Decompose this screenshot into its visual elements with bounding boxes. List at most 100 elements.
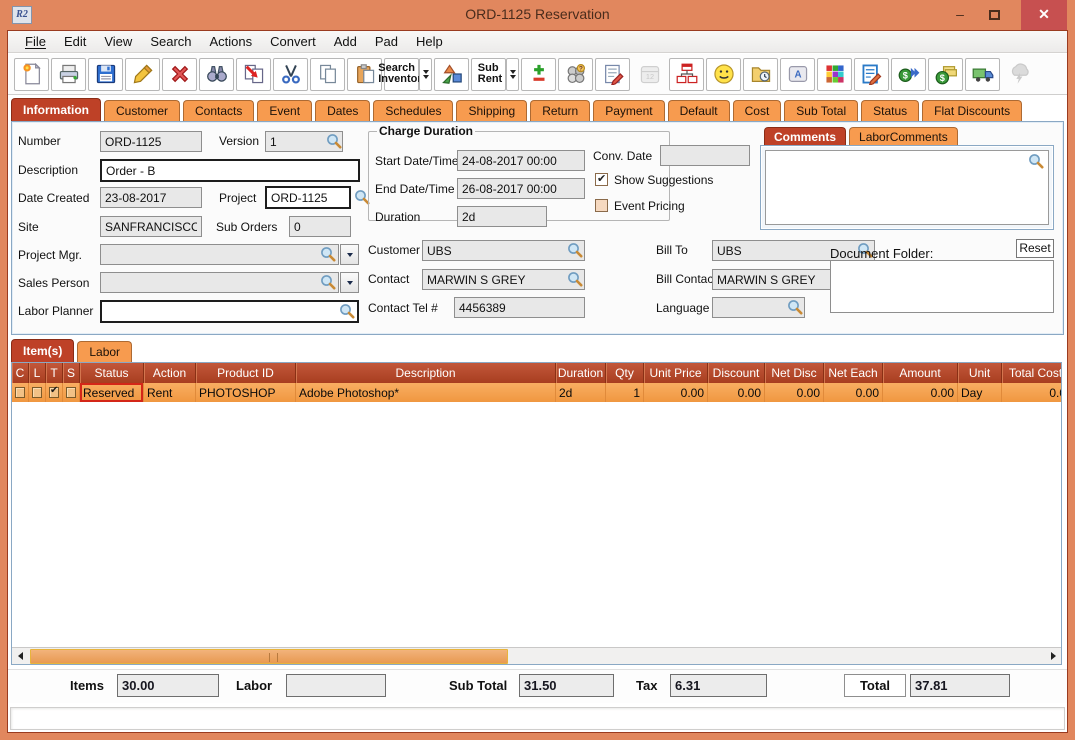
- sales-person-dropdown[interactable]: [340, 272, 359, 293]
- cut-button[interactable]: [273, 58, 308, 91]
- comments-tab-laborcomments[interactable]: LaborComments: [849, 127, 958, 147]
- delete-button[interactable]: [162, 58, 197, 91]
- column-header-t[interactable]: T: [46, 363, 63, 383]
- tab-flat-discounts[interactable]: Flat Discounts: [922, 100, 1022, 122]
- tab-shipping[interactable]: Shipping: [456, 100, 527, 122]
- end-date-field[interactable]: [457, 178, 585, 199]
- column-header-l[interactable]: L: [29, 363, 46, 383]
- column-header-total-cost[interactable]: Total Cost: [1002, 363, 1061, 383]
- column-header-s[interactable]: S: [63, 363, 80, 383]
- sales-person-field[interactable]: [100, 272, 339, 293]
- new-document-button[interactable]: [14, 58, 49, 91]
- menu-convert[interactable]: Convert: [261, 32, 325, 51]
- tab-schedules[interactable]: Schedules: [373, 100, 453, 122]
- customer-field[interactable]: [422, 240, 585, 261]
- column-header-product-id[interactable]: Product ID: [196, 363, 296, 383]
- tab-dates[interactable]: Dates: [315, 100, 370, 122]
- language-search-icon[interactable]: [787, 299, 803, 315]
- items-tab-labor[interactable]: Labor: [77, 341, 132, 363]
- truck-button[interactable]: [965, 58, 1000, 91]
- notes-button[interactable]: [595, 58, 630, 91]
- labor-planner-field[interactable]: [100, 300, 359, 323]
- scroll-right-arrow[interactable]: [1045, 648, 1061, 665]
- scroll-left-arrow[interactable]: [12, 648, 28, 665]
- comments-tab-comments[interactable]: Comments: [764, 127, 846, 147]
- labor-planner-search-icon[interactable]: [339, 303, 355, 319]
- menu-pad[interactable]: Pad: [366, 32, 407, 51]
- cell-description[interactable]: Adobe Photoshop*: [296, 383, 556, 402]
- scrollbar-thumb[interactable]: [30, 649, 508, 664]
- column-header-duration[interactable]: Duration: [556, 363, 606, 383]
- cell-total-cost[interactable]: 0.0: [1002, 383, 1061, 402]
- contact-field[interactable]: [422, 269, 585, 290]
- date-created-field[interactable]: [100, 187, 202, 208]
- comments-search-icon[interactable]: [1028, 153, 1044, 169]
- column-header-amount[interactable]: Amount: [883, 363, 958, 383]
- start-date-field[interactable]: [457, 150, 585, 171]
- conv-date-field[interactable]: [660, 145, 750, 166]
- tab-sub-total[interactable]: Sub Total: [784, 100, 858, 122]
- tab-contacts[interactable]: Contacts: [183, 100, 254, 122]
- column-header-description[interactable]: Description: [296, 363, 556, 383]
- save-button[interactable]: [88, 58, 123, 91]
- smiley-button[interactable]: [706, 58, 741, 91]
- column-header-c[interactable]: C: [12, 363, 29, 383]
- contact-tel-field[interactable]: [454, 297, 585, 318]
- cell-unit-price[interactable]: 0.00: [644, 383, 708, 402]
- tab-default[interactable]: Default: [668, 100, 730, 122]
- money-forward-button[interactable]: $: [891, 58, 926, 91]
- event-pricing-checkbox[interactable]: [595, 199, 608, 212]
- close-button[interactable]: ✕: [1021, 0, 1067, 30]
- tab-return[interactable]: Return: [530, 100, 590, 122]
- comments-textarea[interactable]: [765, 150, 1049, 225]
- row-checkbox-s[interactable]: [66, 387, 76, 398]
- cell-l[interactable]: [29, 383, 46, 402]
- keyboard-key-button[interactable]: A: [780, 58, 815, 91]
- sub-rent-button[interactable]: Sub Rent: [471, 58, 506, 91]
- color-blocks-button[interactable]: [817, 58, 852, 91]
- sales-person-search-icon[interactable]: [320, 274, 336, 290]
- group-question-button[interactable]: ?: [558, 58, 593, 91]
- cell-discount[interactable]: 0.00: [708, 383, 765, 402]
- tab-information[interactable]: Information: [11, 98, 101, 122]
- contact-search-icon[interactable]: [567, 271, 583, 287]
- reset-button[interactable]: Reset: [1016, 239, 1054, 258]
- column-header-qty[interactable]: Qty: [606, 363, 644, 383]
- convert-shapes-button[interactable]: [434, 58, 469, 91]
- column-header-net-disc[interactable]: Net Disc: [765, 363, 824, 383]
- tab-cost[interactable]: Cost: [733, 100, 782, 122]
- tab-status[interactable]: Status: [861, 100, 919, 122]
- edit-button[interactable]: [125, 58, 160, 91]
- row-checkbox-c[interactable]: [15, 387, 25, 398]
- cell-net-each[interactable]: 0.00: [824, 383, 883, 402]
- horizontal-scrollbar[interactable]: [12, 647, 1061, 664]
- paste-button[interactable]: [347, 58, 382, 91]
- tab-customer[interactable]: Customer: [104, 100, 180, 122]
- document-folder-textarea[interactable]: [830, 260, 1054, 313]
- show-suggestions-option[interactable]: Show Suggestions: [595, 173, 713, 187]
- column-header-status[interactable]: Status: [80, 363, 144, 383]
- tax-field[interactable]: [670, 674, 767, 697]
- cell-duration[interactable]: 2d: [556, 383, 606, 402]
- site-field[interactable]: [100, 216, 202, 237]
- event-pricing-option[interactable]: Event Pricing: [595, 199, 685, 213]
- row-checkbox-l[interactable]: [32, 387, 42, 398]
- menu-view[interactable]: View: [95, 32, 141, 51]
- add-remove-button[interactable]: [521, 58, 556, 91]
- column-header-unit-price[interactable]: Unit Price: [644, 363, 708, 383]
- number-field[interactable]: [100, 131, 202, 152]
- project-field[interactable]: [265, 186, 351, 209]
- menu-edit[interactable]: Edit: [55, 32, 95, 51]
- table-row[interactable]: ReservedRentPHOTOSHOPAdobe Photoshop*2d1…: [12, 383, 1061, 402]
- search-inventory-dropdown[interactable]: [419, 58, 432, 91]
- column-header-unit[interactable]: Unit: [958, 363, 1002, 383]
- copy-button[interactable]: [310, 58, 345, 91]
- cell-amount[interactable]: 0.00: [883, 383, 958, 402]
- items-tab-item-s-[interactable]: Item(s): [11, 339, 74, 363]
- row-checkbox-t[interactable]: [49, 387, 59, 398]
- cell-unit[interactable]: Day: [958, 383, 1002, 402]
- column-header-discount[interactable]: Discount: [708, 363, 765, 383]
- column-header-net-each[interactable]: Net Each: [824, 363, 883, 383]
- total-field[interactable]: [910, 674, 1010, 697]
- money-notes-button[interactable]: $: [928, 58, 963, 91]
